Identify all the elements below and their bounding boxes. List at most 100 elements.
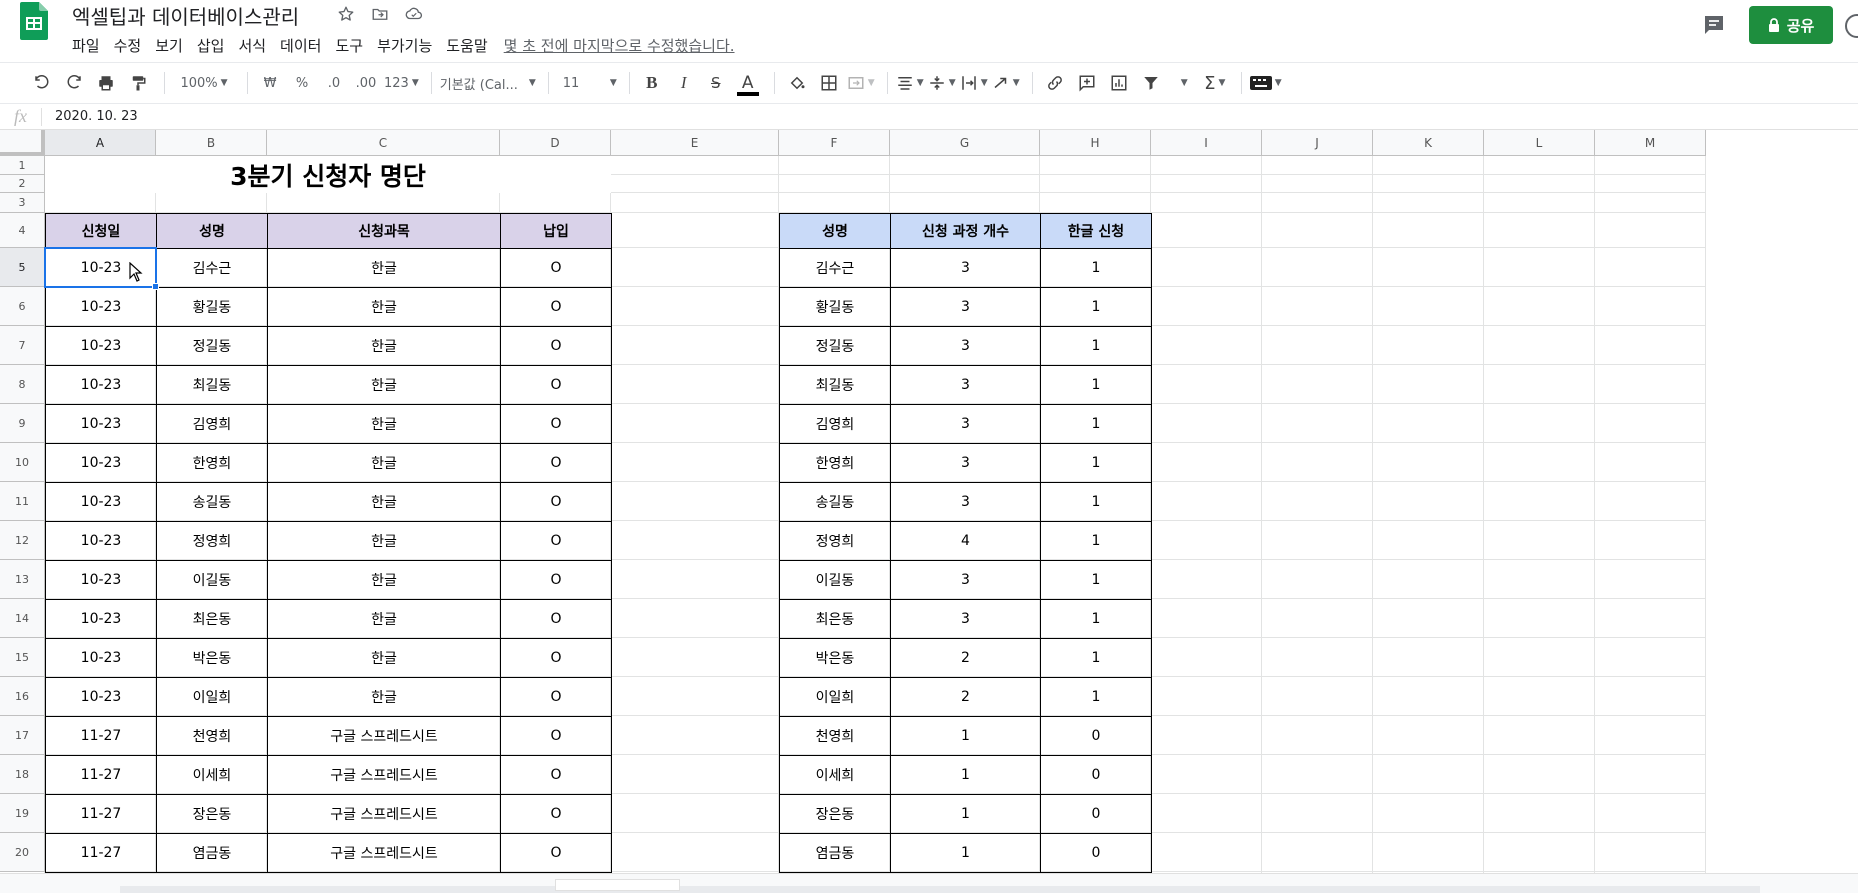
left-table-cell[interactable]: 천영희 — [156, 716, 268, 756]
left-table-cell[interactable]: 10-23 — [45, 638, 157, 678]
left-table-cell[interactable]: 구글 스프레드시트 — [267, 716, 501, 756]
right-table-cell[interactable]: 1 — [890, 755, 1041, 795]
strikethrough-button[interactable]: S — [702, 69, 730, 97]
share-button[interactable]: 공유 — [1749, 6, 1833, 44]
redo-icon[interactable] — [60, 69, 88, 97]
insert-comment-icon[interactable] — [1073, 69, 1101, 97]
right-table-cell[interactable]: 4 — [890, 521, 1041, 561]
left-table-cell[interactable]: O — [500, 794, 612, 834]
right-table-cell[interactable]: 3 — [890, 248, 1041, 288]
left-table-cell[interactable]: O — [500, 755, 612, 795]
increase-decimal-button[interactable]: .00 — [352, 69, 380, 97]
right-table-cell[interactable]: 정길동 — [779, 326, 891, 366]
paint-format-icon[interactable] — [124, 69, 152, 97]
column-header-l[interactable]: L — [1484, 130, 1595, 156]
right-table-cell[interactable]: 1 — [1040, 677, 1152, 717]
left-table-cell[interactable]: 10-23 — [45, 560, 157, 600]
filter-views-icon[interactable]: ▼ — [1169, 69, 1197, 97]
right-table-cell[interactable]: 박은동 — [779, 638, 891, 678]
menu-file[interactable]: 파일 — [72, 35, 107, 57]
right-table-cell[interactable]: 1 — [1040, 326, 1152, 366]
right-table-cell[interactable]: 3 — [890, 287, 1041, 327]
right-table-cell[interactable]: 김영희 — [779, 404, 891, 444]
right-table-cell[interactable]: 0 — [1040, 716, 1152, 756]
text-rotation-icon[interactable]: ▼ — [992, 69, 1020, 97]
column-header-h[interactable]: H — [1040, 130, 1151, 156]
right-table-cell[interactable]: 1 — [1040, 521, 1152, 561]
scrollbar-thumb[interactable] — [555, 879, 680, 891]
menu-addons[interactable]: 부가기능 — [370, 35, 439, 57]
left-table-cell[interactable]: 정영희 — [156, 521, 268, 561]
left-table-cell[interactable]: 장은동 — [156, 794, 268, 834]
row-header-18[interactable]: 18 — [0, 755, 45, 794]
left-table-cell[interactable]: 정길동 — [156, 326, 268, 366]
right-table-cell[interactable]: 1 — [1040, 287, 1152, 327]
left-table-cell[interactable]: 김영희 — [156, 404, 268, 444]
sheets-logo-icon[interactable] — [20, 2, 48, 40]
left-table-cell[interactable]: 김수근 — [156, 248, 268, 288]
right-table-cell[interactable]: 1 — [1040, 560, 1152, 600]
left-table-cell[interactable]: 11-27 — [45, 833, 157, 873]
right-table-cell[interactable]: 황길동 — [779, 287, 891, 327]
row-header-8[interactable]: 8 — [0, 365, 45, 404]
decrease-decimal-button[interactable]: .0 — [320, 69, 348, 97]
row-header-11[interactable]: 11 — [0, 482, 45, 521]
left-table-cell[interactable]: O — [500, 365, 612, 405]
right-table-cell[interactable]: 3 — [890, 365, 1041, 405]
fill-handle[interactable] — [152, 283, 159, 290]
left-table-cell[interactable]: 최은동 — [156, 599, 268, 639]
right-table-cell[interactable]: 1 — [1040, 599, 1152, 639]
right-table-cell[interactable]: 0 — [1040, 833, 1152, 873]
left-table-cell[interactable]: 10-23 — [45, 287, 157, 327]
input-tools-icon[interactable]: ▼ — [1249, 69, 1282, 97]
insert-chart-icon[interactable] — [1105, 69, 1133, 97]
left-table-cell[interactable]: O — [500, 287, 612, 327]
row-header-12[interactable]: 12 — [0, 521, 45, 560]
left-table-cell[interactable]: 한글 — [267, 404, 501, 444]
left-table-header[interactable]: 성명 — [156, 213, 268, 249]
move-folder-icon[interactable] — [369, 3, 391, 25]
left-table-cell[interactable]: 황길동 — [156, 287, 268, 327]
column-header-a[interactable]: A — [45, 130, 156, 156]
left-table-cell[interactable]: O — [500, 716, 612, 756]
right-table-cell[interactable]: 2 — [890, 677, 1041, 717]
row-header-14[interactable]: 14 — [0, 599, 45, 638]
left-table-cell[interactable]: 한글 — [267, 326, 501, 366]
right-table-cell[interactable]: 김수근 — [779, 248, 891, 288]
left-table-cell[interactable]: 10-23 — [45, 443, 157, 483]
column-header-k[interactable]: K — [1373, 130, 1484, 156]
right-table-cell[interactable]: 0 — [1040, 794, 1152, 834]
left-table-cell[interactable]: 한글 — [267, 248, 501, 288]
row-header-2[interactable]: 2 — [0, 175, 45, 193]
left-table-cell[interactable]: 10-23 — [45, 404, 157, 444]
cloud-saved-icon[interactable] — [403, 3, 425, 25]
menu-format[interactable]: 서식 — [231, 35, 273, 57]
column-header-i[interactable]: I — [1151, 130, 1262, 156]
left-table-cell[interactable]: O — [500, 326, 612, 366]
font-size-select[interactable]: 11 ▼ — [557, 69, 617, 97]
right-table-cell[interactable]: 장은동 — [779, 794, 891, 834]
right-table-cell[interactable]: 염금동 — [779, 833, 891, 873]
left-table-cell[interactable]: 10-23 — [45, 365, 157, 405]
left-table-cell[interactable]: 한영희 — [156, 443, 268, 483]
left-table-cell[interactable]: O — [500, 638, 612, 678]
right-table-cell[interactable]: 최길동 — [779, 365, 891, 405]
row-header-5[interactable]: 5 — [0, 248, 45, 287]
right-table-cell[interactable]: 이세희 — [779, 755, 891, 795]
column-header-b[interactable]: B — [156, 130, 267, 156]
row-header-13[interactable]: 13 — [0, 560, 45, 599]
column-header-d[interactable]: D — [500, 130, 611, 156]
right-table-cell[interactable]: 한영희 — [779, 443, 891, 483]
right-table-cell[interactable]: 송길동 — [779, 482, 891, 522]
left-table-cell[interactable]: O — [500, 677, 612, 717]
left-table-cell[interactable]: 10-23 — [45, 599, 157, 639]
left-table-cell[interactable]: 한글 — [267, 443, 501, 483]
left-table-cell[interactable]: 한글 — [267, 521, 501, 561]
currency-format-button[interactable]: ₩ — [256, 69, 284, 97]
column-header-m[interactable]: M — [1595, 130, 1706, 156]
left-table-cell[interactable]: 10-23 — [45, 521, 157, 561]
left-table-cell[interactable]: 이일희 — [156, 677, 268, 717]
text-color-button[interactable]: A — [734, 69, 762, 97]
right-table-cell[interactable]: 1 — [1040, 248, 1152, 288]
select-all-corner[interactable] — [0, 130, 45, 156]
